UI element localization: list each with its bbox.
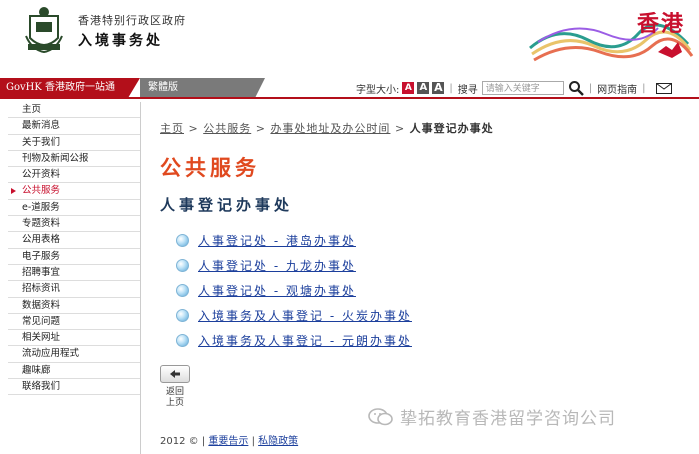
breadcrumb-offices-link[interactable]: 办事处地址及办公时间: [270, 122, 390, 135]
bullet-icon: [176, 259, 189, 272]
font-size-label: 字型大小:: [356, 84, 400, 96]
bullet-icon: [176, 234, 189, 247]
gov-name: 香港特别行政区政府: [78, 14, 186, 27]
font-large-button[interactable]: A: [432, 82, 445, 94]
sidebar-item-statistics[interactable]: 数据资料: [8, 298, 140, 314]
wechat-icon: [368, 407, 393, 425]
footer: 2012 © | 重要告示 | 私隐政策: [160, 432, 298, 447]
bullet-icon: [176, 334, 189, 347]
office-link-yuen-long[interactable]: 入境事务及人事登记 - 元朗办事处: [198, 332, 412, 349]
office-link-kowloon[interactable]: 人事登记处 - 九龙办事处: [198, 257, 356, 274]
back-button[interactable]: 返回 上页: [160, 365, 190, 409]
sidebar-item-recruitment[interactable]: 招聘事宜: [8, 265, 140, 282]
back-label-line2: 上页: [165, 398, 184, 408]
brand-text: 香港: [636, 11, 685, 37]
dept-name: 入境事务处: [78, 33, 163, 49]
section-title: 人事登记办事处: [160, 196, 294, 214]
sitemap-link[interactable]: 网页指南: [597, 81, 637, 96]
list-item: 人事登记处 - 九龙办事处: [176, 253, 412, 278]
sidebar-nav: 主页 最新消息 关于我们 刊物及新闻公报 公开资料 公共服务 e-道服务 专题资…: [8, 102, 141, 454]
back-arrow-icon: [160, 365, 190, 383]
department-name-block[interactable]: 香港特别行政区政府 入境事务处: [78, 12, 186, 50]
list-item: 人事登记处 - 观塘办事处: [176, 278, 412, 303]
sidebar-item-open-data[interactable]: 公开资料: [8, 167, 140, 184]
mail-icon[interactable]: [655, 82, 672, 94]
toolbar: 字型大小: A A A | 搜寻 请输入关键字 | 网页指南 |: [356, 79, 672, 97]
search-input[interactable]: 请输入关键字: [481, 81, 564, 95]
watermark-text: 挚拓教育香港留学咨询公司: [400, 409, 616, 429]
govhk-link[interactable]: GovHK 香港政府一站通: [0, 78, 128, 98]
list-item: 人事登记处 - 港岛办事处: [176, 228, 412, 253]
hksar-emblem-icon: [25, 7, 63, 54]
search-label: 搜寻: [457, 84, 478, 96]
language-tab-edge: [255, 78, 265, 98]
divider: |: [588, 82, 593, 94]
sidebar-item-fun-corner[interactable]: 趣味廊: [8, 363, 140, 380]
list-item: 入境事务及人事登记 - 火炭办事处: [176, 303, 412, 328]
sidebar-item-forms[interactable]: 公用表格: [8, 232, 140, 249]
breadcrumb-separator: >: [188, 122, 199, 135]
sidebar-item-faq[interactable]: 常见问题: [8, 314, 140, 331]
breadcrumb: 主页 > 公共服务 > 办事处地址及办公时间 > 人事登记办事处: [160, 120, 494, 136]
office-link-fo-tan[interactable]: 入境事务及人事登记 - 火炭办事处: [198, 307, 412, 324]
sidebar-item-public-services[interactable]: 公共服务: [8, 183, 140, 200]
lang-english-link[interactable]: ENGLISH: [148, 102, 198, 113]
sidebar-item-publications[interactable]: 刊物及新闻公报: [8, 151, 140, 168]
office-link-kwun-tong[interactable]: 人事登记处 - 观塘办事处: [198, 282, 356, 299]
office-link-hk-island[interactable]: 人事登记处 - 港岛办事处: [198, 232, 356, 249]
sidebar-item-tenders[interactable]: 招标资讯: [8, 281, 140, 298]
header-divider: [0, 97, 699, 99]
privacy-policy-link[interactable]: 私隐政策: [258, 436, 298, 447]
important-notices-link[interactable]: 重要告示: [208, 436, 248, 447]
font-medium-button[interactable]: A: [417, 82, 430, 94]
sidebar-item-mobile-apps[interactable]: 流动应用程式: [8, 346, 140, 363]
breadcrumb-separator: >: [394, 122, 406, 135]
govhk-tab-edge: [128, 78, 140, 98]
sidebar-item-home[interactable]: 主页: [8, 102, 140, 119]
breadcrumb-current: 人事登记办事处: [409, 122, 494, 135]
bullet-icon: [176, 284, 189, 297]
divider: |: [642, 82, 646, 94]
sidebar-item-news[interactable]: 最新消息: [8, 118, 140, 135]
back-label-line1: 返回: [165, 387, 184, 397]
bullet-icon: [176, 309, 189, 322]
sidebar-item-topics[interactable]: 专题资料: [8, 216, 140, 233]
sidebar-item-contact[interactable]: 联络我们: [8, 379, 140, 396]
breadcrumb-separator: >: [255, 122, 266, 135]
breadcrumb-public-services-link[interactable]: 公共服务: [203, 122, 251, 135]
search-icon[interactable]: [568, 80, 584, 96]
sidebar-item-e-services[interactable]: 电子服务: [8, 249, 140, 265]
site-header: 香港特别行政区政府 入境事务处 香港: [0, 0, 699, 78]
office-link-list: 人事登记处 - 港岛办事处 人事登记处 - 九龙办事处 人事登记处 - 观塘办事…: [176, 228, 412, 353]
sidebar-item-about[interactable]: 关于我们: [8, 135, 140, 151]
sidebar-item-e-channel[interactable]: e-道服务: [8, 200, 140, 217]
font-small-button[interactable]: A: [402, 82, 415, 94]
watermark: 挚拓教育香港留学咨询公司: [368, 404, 616, 429]
lang-traditional-link[interactable]: 繁體版: [148, 82, 178, 93]
divider: |: [449, 82, 453, 94]
breadcrumb-home-link[interactable]: 主页: [160, 122, 184, 135]
page-title: 公共服务: [160, 156, 260, 180]
language-switcher: 繁體版 ENGLISH: [140, 78, 255, 113]
list-item: 入境事务及人事登记 - 元朗办事处: [176, 328, 412, 353]
copyright-text: 2012 © |: [160, 436, 206, 447]
footer-divider: |: [251, 436, 255, 447]
sidebar-item-links[interactable]: 相关网址: [8, 330, 140, 347]
